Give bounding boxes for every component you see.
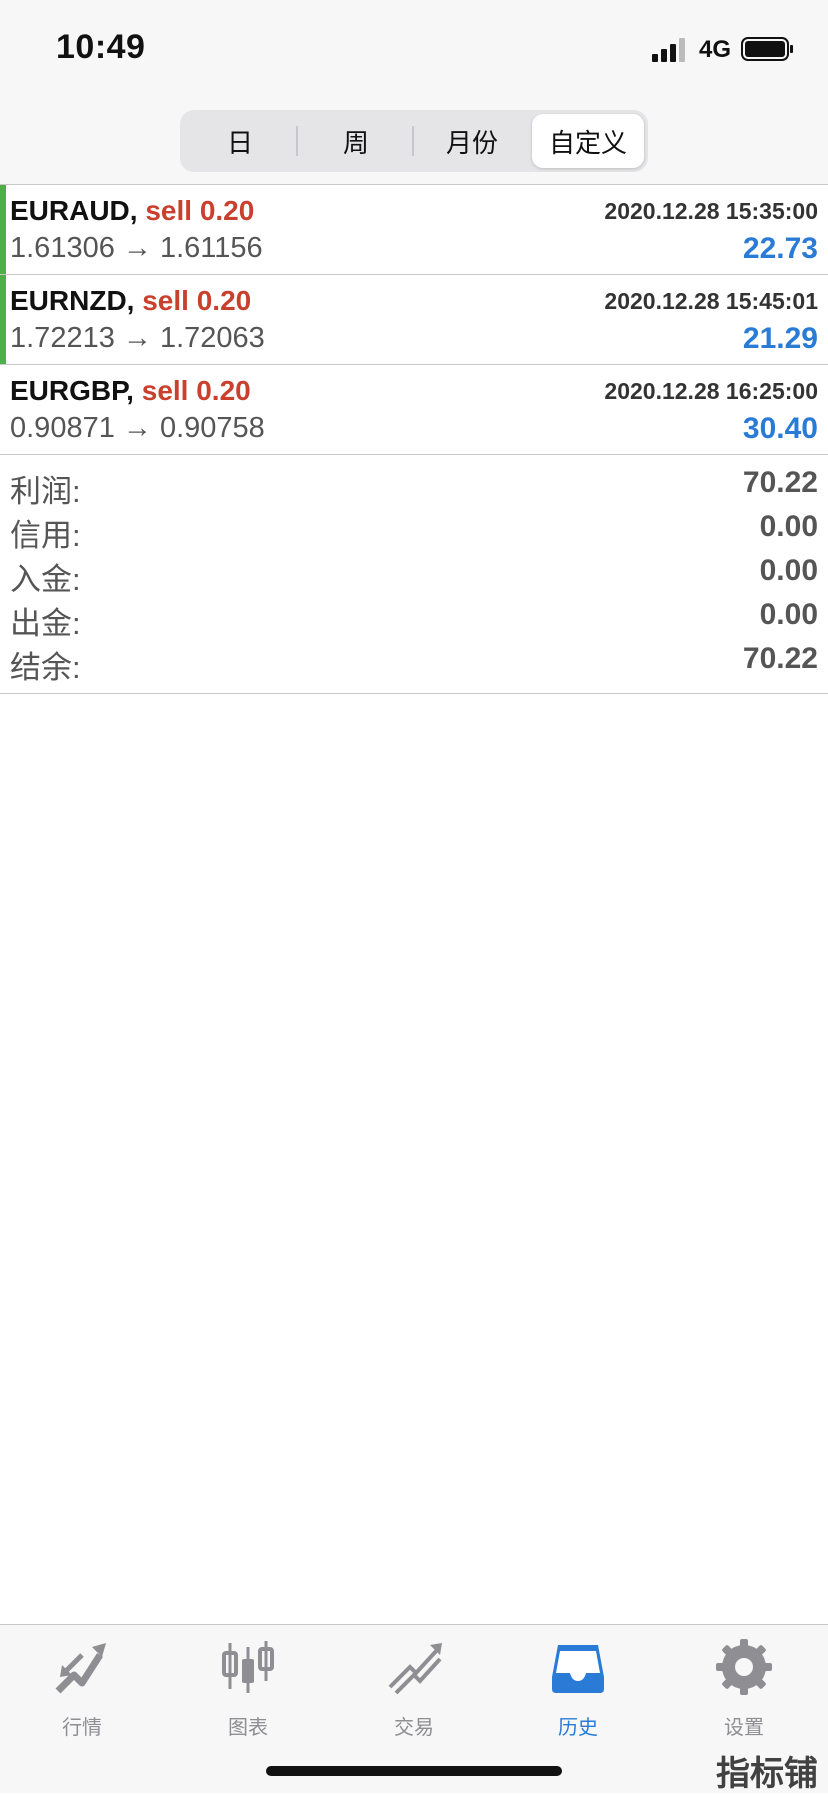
- deal-row[interactable]: EURGBP, sell 0.20 2020.12.28 16:25:00 0.…: [0, 365, 828, 455]
- summary-label: 信用:: [10, 518, 81, 553]
- summary-label: 结余:: [10, 650, 81, 685]
- period-tab-day[interactable]: 日: [184, 114, 296, 168]
- deal-marker: [0, 185, 6, 274]
- summary-value: 0.00: [759, 598, 818, 631]
- tab-label: 图表: [228, 1717, 268, 1739]
- deal-action: sell 0.20: [145, 195, 255, 226]
- segment-divider: [412, 126, 414, 156]
- history-icon: [552, 1645, 604, 1693]
- network-type: 4G: [699, 36, 732, 63]
- summary-row-credit: 信用: 0.00: [0, 510, 828, 554]
- status-bar: 10:49 4G: [0, 0, 828, 100]
- tab-label: 历史: [558, 1717, 598, 1739]
- tab-trade[interactable]: 交易: [354, 1637, 474, 1739]
- deal-row[interactable]: EURNZD, sell 0.20 2020.12.28 15:45:01 1.…: [0, 275, 828, 365]
- period-tab-month[interactable]: 月份: [416, 114, 528, 168]
- deal-prices: 0.90871 → 0.90758: [10, 412, 265, 444]
- status-time: 10:49: [56, 28, 146, 66]
- deal-action: sell 0.20: [141, 375, 251, 406]
- summary-label: 利润:: [10, 474, 81, 509]
- deal-action: sell 0.20: [142, 285, 252, 316]
- deal-symbol-text: EURAUD,: [10, 195, 138, 226]
- deal-row[interactable]: EURAUD, sell 0.20 2020.12.28 15:35:00 1.…: [0, 185, 828, 275]
- period-tab-custom[interactable]: 自定义: [532, 114, 644, 168]
- deal-profit: 21.29: [742, 322, 818, 355]
- summary-value: 70.22: [742, 466, 818, 499]
- tab-label: 交易: [394, 1717, 434, 1739]
- trade-icon: [388, 1643, 442, 1695]
- account-summary: 利润: 70.22 信用: 0.00 入金: 0.00 出金: 0.00 结余:…: [0, 456, 828, 694]
- deal-symbol: EURGBP, sell 0.20: [10, 375, 251, 407]
- tab-label: 设置: [724, 1717, 764, 1739]
- tab-chart[interactable]: 图表: [188, 1637, 308, 1739]
- deal-symbol: EURNZD, sell 0.20: [10, 285, 251, 317]
- battery-icon: [741, 37, 793, 61]
- deal-profit: 22.73: [742, 232, 818, 265]
- deal-time: 2020.12.28 15:45:01: [604, 288, 818, 314]
- summary-row-profit: 利润: 70.22: [0, 466, 828, 510]
- deal-time: 2020.12.28 16:25:00: [604, 378, 818, 404]
- deal-prices: 1.72213 → 1.72063: [10, 322, 265, 354]
- deal-symbol-text: EURNZD,: [10, 285, 135, 316]
- summary-row-deposit: 入金: 0.00: [0, 554, 828, 598]
- summary-value: 70.22: [742, 642, 818, 675]
- tab-settings[interactable]: 设置: [684, 1637, 804, 1739]
- tab-label: 行情: [62, 1717, 102, 1739]
- deal-marker: [0, 275, 6, 364]
- period-tab-week[interactable]: 周: [300, 114, 412, 168]
- summary-label: 入金:: [10, 562, 81, 597]
- summary-label: 出金:: [10, 606, 81, 641]
- deal-symbol: EURAUD, sell 0.20: [10, 195, 254, 227]
- deal-symbol-text: EURGBP,: [10, 375, 134, 406]
- summary-row-balance: 结余: 70.22: [0, 642, 828, 686]
- chart-icon: [222, 1641, 274, 1693]
- segment-divider: [296, 126, 298, 156]
- watermark: 指标铺: [716, 1755, 818, 1793]
- cellular-signal-icon: [652, 38, 685, 62]
- summary-row-withdrawal: 出金: 0.00: [0, 598, 828, 642]
- tab-quotes[interactable]: 行情: [22, 1637, 142, 1739]
- tab-history[interactable]: 历史: [518, 1637, 638, 1739]
- deal-profit: 30.40: [742, 412, 818, 445]
- settings-icon: [716, 1639, 772, 1695]
- summary-value: 0.00: [759, 510, 818, 543]
- deal-time: 2020.12.28 15:35:00: [604, 198, 818, 224]
- period-selector-area: 日 周 月份 自定义: [0, 100, 828, 185]
- period-segmented-control: 日 周 月份 自定义: [180, 110, 648, 172]
- deal-prices: 1.61306 → 1.61156: [10, 232, 263, 264]
- home-indicator[interactable]: [266, 1766, 562, 1776]
- summary-value: 0.00: [759, 554, 818, 587]
- quotes-icon: [55, 1643, 106, 1694]
